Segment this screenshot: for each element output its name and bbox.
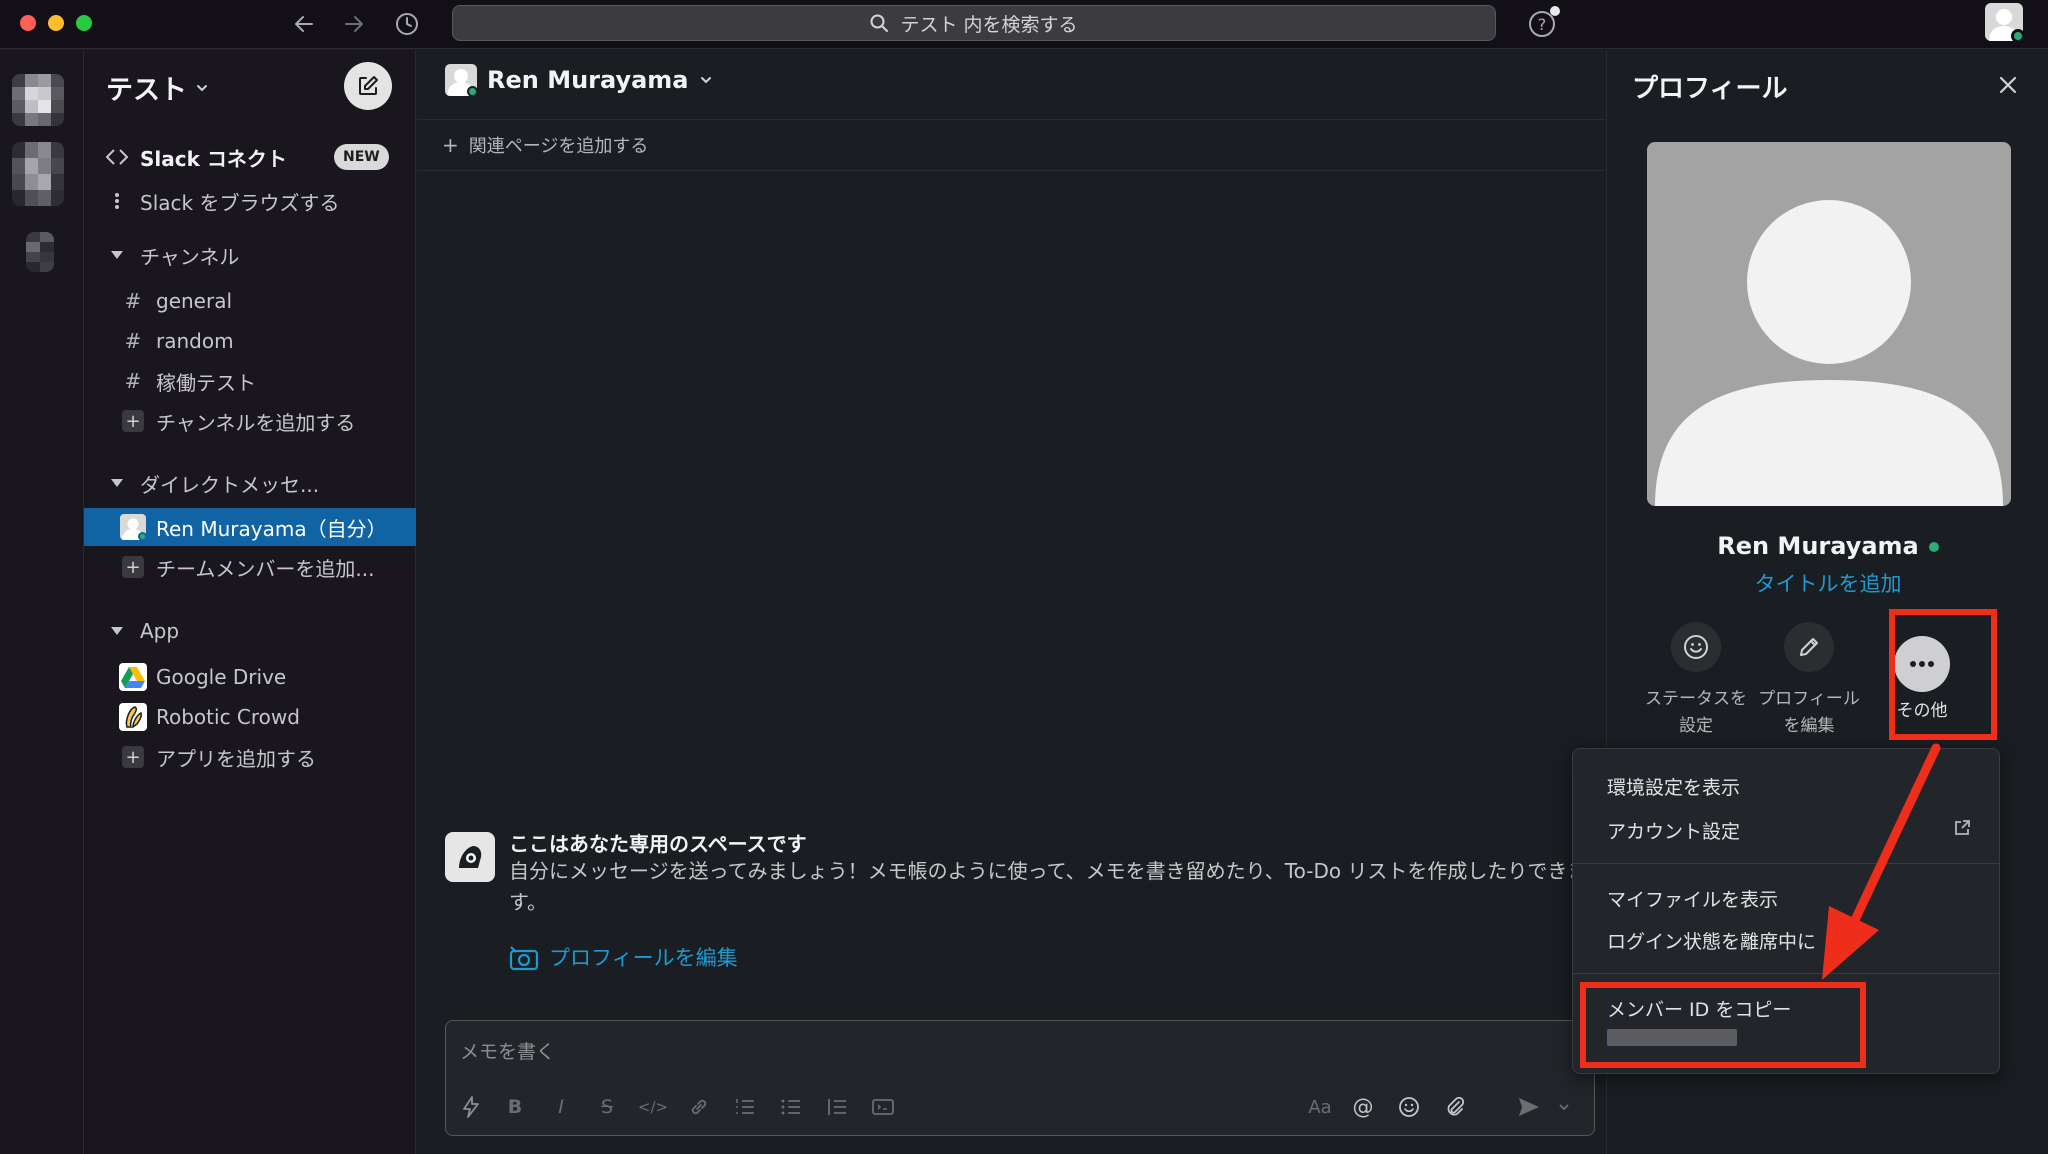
annotation-arrow (1822, 743, 1941, 980)
